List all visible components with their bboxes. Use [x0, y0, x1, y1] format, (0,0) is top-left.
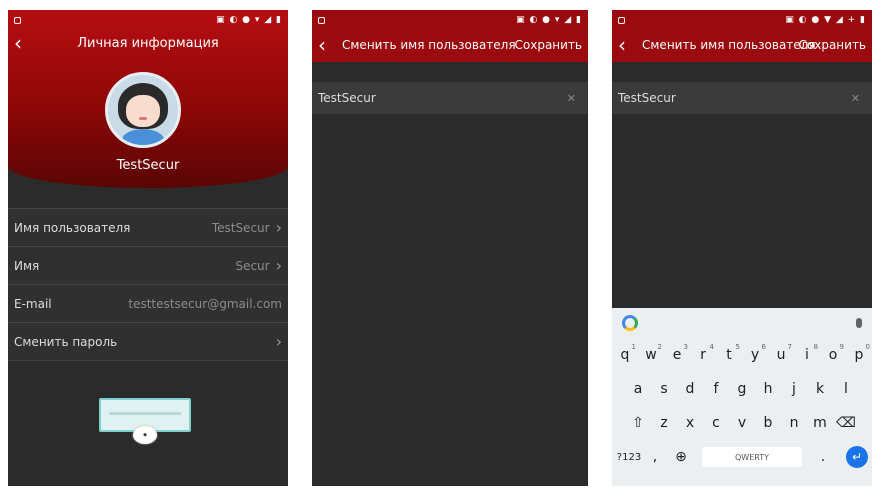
key[interactable]: p0	[846, 343, 872, 363]
key[interactable]: h	[755, 381, 781, 397]
row-name[interactable]: Имя Secur ›	[8, 247, 288, 285]
profile-screen: ▣ ◐ ● ▾ ◢ ▮ ‹ Личная информация TestSecu…	[8, 10, 288, 486]
key[interactable]: f	[703, 381, 729, 397]
row-label: E-mail	[14, 296, 52, 311]
keyboard-row-2: a s d f g h j k l	[612, 372, 872, 406]
key[interactable]: d	[677, 381, 703, 397]
row-label: Имя	[14, 258, 40, 273]
key[interactable]: q1	[612, 343, 638, 363]
suggestion-bar	[612, 308, 872, 338]
clear-icon[interactable]: ✕	[851, 92, 860, 105]
back-icon[interactable]: ‹	[618, 33, 640, 57]
save-button[interactable]: Сохранить	[515, 38, 583, 52]
page-title: Личная информация	[77, 35, 219, 51]
key[interactable]: i8	[794, 343, 820, 363]
row-label: Сменить пароль	[14, 334, 118, 349]
key[interactable]: m	[807, 415, 833, 431]
page-title: Сменить имя пользователя	[642, 38, 816, 52]
key[interactable]: y6	[742, 343, 768, 363]
key[interactable]: c	[703, 415, 729, 431]
status-bar: ▣ ◐ ● ▼ ◢ + ▮	[612, 10, 872, 30]
microphone-icon[interactable]	[856, 318, 862, 328]
key[interactable]: e3	[664, 343, 690, 363]
key[interactable]: w2	[638, 343, 664, 363]
globe-icon[interactable]: ⊕	[668, 449, 694, 465]
notification-icon	[14, 16, 21, 24]
username-input-value: TestSecur	[618, 91, 676, 105]
key[interactable]: t5	[716, 343, 742, 363]
notification-icon	[618, 16, 625, 24]
profile-info-list: Имя пользователя TestSecur › Имя Secur › E…	[8, 208, 288, 361]
emoji-comma-key[interactable]: ,	[642, 449, 668, 465]
logo-badge: ◆	[133, 426, 157, 444]
save-button[interactable]: Сохранить	[799, 38, 867, 52]
key[interactable]: o9	[820, 343, 846, 363]
nav-bar: ‹ Личная информация	[8, 30, 288, 56]
soft-keyboard: q1 w2 e3 r4 t5 y6 u7 i8 o9 p0 a s d f g …	[612, 308, 872, 486]
username-input-value: TestSecur	[318, 91, 376, 105]
period-key[interactable]: .	[810, 449, 836, 465]
status-bar: ▣ ◐ ● ▾ ◢ ▮	[8, 10, 288, 30]
keyboard-row-3: ⇧ z x c v b n m ⌫	[612, 406, 872, 440]
row-value: Secur	[235, 258, 270, 273]
nav-bar: ‹ Сменить имя пользователя Сохранить	[312, 30, 588, 60]
status-icons: ▣ ◐ ● ▼ ◢ + ▮	[785, 15, 866, 25]
qr-card-image[interactable]: ◆	[99, 398, 191, 444]
keyboard-row-4: ?123 , ⊕ QWERTY . ↵	[612, 440, 872, 474]
nav-bar: ‹ Сменить имя пользователя Сохранить	[612, 30, 872, 60]
avatar[interactable]	[105, 72, 181, 148]
status-bar: ▣ ◐ ● ▾ ◢ ▮	[312, 10, 588, 30]
row-change-password[interactable]: Сменить пароль ›	[8, 323, 288, 361]
chevron-right-icon: ›	[275, 332, 282, 351]
google-icon[interactable]	[622, 315, 638, 331]
row-username[interactable]: Имя пользователя TestSecur ›	[8, 209, 288, 247]
row-value: TestSecur	[211, 220, 270, 235]
status-icons: ▣ ◐ ● ▾ ◢ ▮	[516, 15, 582, 25]
row-value: testtestsecur@gmail.com	[128, 296, 282, 311]
notification-icon	[318, 16, 325, 24]
backspace-icon[interactable]: ⌫	[833, 415, 859, 431]
enter-icon[interactable]: ↵	[846, 446, 868, 468]
key[interactable]: a	[625, 381, 651, 397]
key[interactable]: n	[781, 415, 807, 431]
key[interactable]: u7	[768, 343, 794, 363]
key[interactable]: s	[651, 381, 677, 397]
key[interactable]: g	[729, 381, 755, 397]
key[interactable]: v	[729, 415, 755, 431]
chevron-right-icon: ›	[275, 218, 282, 237]
row-email: E-mail testtestsecur@gmail.com	[8, 285, 288, 323]
symbols-key[interactable]: ?123	[616, 452, 642, 463]
username-input[interactable]: TestSecur ✕	[612, 82, 872, 114]
key[interactable]: l	[833, 381, 859, 397]
key[interactable]: x	[677, 415, 703, 431]
key[interactable]: r4	[690, 343, 716, 363]
chevron-right-icon: ›	[275, 256, 282, 275]
page-title: Сменить имя пользователя	[342, 38, 516, 52]
key[interactable]: k	[807, 381, 833, 397]
row-label: Имя пользователя	[14, 220, 131, 235]
key[interactable]: b	[755, 415, 781, 431]
space-bar[interactable]: QWERTY	[702, 447, 802, 467]
keyboard-row-1: q1 w2 e3 r4 t5 y6 u7 i8 o9 p0	[612, 338, 872, 372]
change-username-screen: ▣ ◐ ● ▾ ◢ ▮ ‹ Сменить имя пользователя С…	[312, 10, 588, 486]
key[interactable]: j	[781, 381, 807, 397]
change-username-keyboard-screen: ▣ ◐ ● ▼ ◢ + ▮ ‹ Сменить имя пользователя…	[612, 10, 872, 486]
clear-icon[interactable]: ✕	[567, 92, 576, 105]
shift-icon[interactable]: ⇧	[625, 415, 651, 431]
profile-username: TestSecur	[116, 158, 180, 173]
username-input[interactable]: TestSecur ✕	[312, 82, 588, 114]
back-icon[interactable]: ‹	[318, 33, 340, 57]
status-icons: ▣ ◐ ● ▾ ◢ ▮	[216, 15, 282, 25]
key[interactable]: z	[651, 415, 677, 431]
